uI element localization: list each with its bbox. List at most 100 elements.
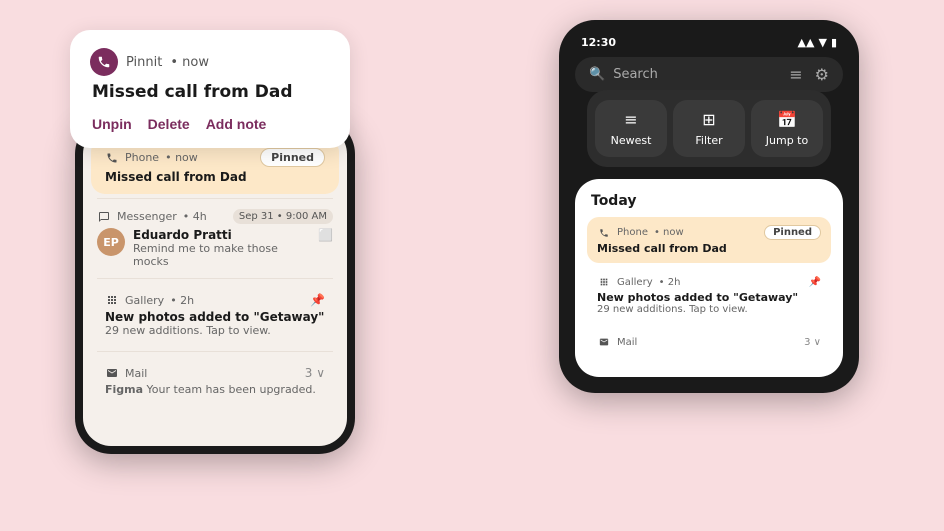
search-icon: 🔍 [589,67,605,82]
action-buttons-row: ≡ Newest ⊞ Filter 📅 Jump to [587,90,831,167]
notif-phone-app: Phone • now [105,151,198,165]
note-icon: ⬜ [318,228,333,242]
right-phone-app-label: Phone [617,227,648,238]
delete-button[interactable]: Delete [148,116,190,132]
popup-actions: Unpin Delete Add note [90,116,330,132]
phone-icon [105,151,119,165]
messenger-icon [97,210,111,224]
right-gallery-icon [597,275,611,289]
left-side: Pinnit • now Missed call from Dad Unpin … [60,30,380,454]
gallery-app-label: Gallery [125,294,164,307]
popup-app-name: Pinnit [126,55,162,70]
popup-title: Missed call from Dad [90,82,330,102]
battery-icon: ▮ [831,36,837,49]
right-notif-mail[interactable]: Mail 3 ∨ [587,327,831,359]
filter-label: Filter [695,134,722,147]
right-phone-inner: 12:30 ▲▲ ▼ ▮ 🔍 Search ≡ ⚙ [559,20,859,393]
search-bar[interactable]: 🔍 Search ≡ ⚙ [575,57,843,92]
gallery-app: Gallery • 2h [105,293,194,307]
settings-icon: ⚙ [815,65,829,84]
messenger-app-label: Messenger [117,210,177,223]
mail-sub: Figma Your team has been upgraded. [105,383,325,396]
messenger-time: • 4h [183,210,207,223]
gallery-icon [105,293,119,307]
search-right: ≡ ⚙ [789,65,829,84]
jumpto-icon: 📅 [777,110,797,129]
newest-button[interactable]: ≡ Newest [595,100,667,157]
divider-3 [97,351,333,352]
right-notif-panel: Today Phone • now Pinned [575,179,843,377]
notif-mail[interactable]: Mail 3 ∨ Figma Your team has been upgrad… [91,356,339,406]
pinned-badge: Pinned [260,148,325,167]
right-mail-icon [597,335,611,349]
right-phone-time: • now [654,227,684,238]
notif-gallery[interactable]: Gallery • 2h 📌 New photos added to "Geta… [91,283,339,347]
right-gallery-sub: 29 new additions. Tap to view. [597,304,821,315]
left-phone-inner: Phone • now Pinned Missed call from Dad [83,126,347,446]
wifi-icon: ▼ [818,36,826,49]
clock: 12:30 [581,36,616,49]
left-phone: Phone • now Pinned Missed call from Dad [75,118,355,454]
mail-count: 3 ∨ [305,366,325,380]
messenger-header: Messenger • 4h Sep 31 • 9:00 AM [97,209,333,224]
gallery-time: • 2h [170,294,194,307]
status-bar: 12:30 ▲▲ ▼ ▮ [567,30,851,53]
right-mail-app-label: Mail [617,337,637,348]
right-phone-notif-text: Missed call from Dad [597,242,821,255]
gallery-title: New photos added to "Getaway" [105,310,325,324]
newest-icon: ≡ [624,110,637,129]
filter-button[interactable]: ⊞ Filter [673,100,745,157]
popup-card: Pinnit • now Missed call from Dad Unpin … [70,30,350,148]
mail-app-label: Mail [125,367,147,380]
messenger-content: Eduardo Pratti Remind me to make those m… [133,228,310,268]
newest-label: Newest [611,134,652,147]
right-gallery-app: Gallery • 2h [597,275,680,289]
gallery-sub: 29 new additions. Tap to view. [105,324,325,337]
right-mail-app: Mail [597,335,637,349]
mail-app: Mail [105,366,147,380]
messenger-text: Remind me to make those mocks [133,242,310,268]
right-side: 12:30 ▲▲ ▼ ▮ 🔍 Search ≡ ⚙ [524,20,894,393]
avatar: EP [97,228,125,256]
right-notif-phone[interactable]: Phone • now Pinned Missed call from Dad [587,217,831,263]
right-gallery-header: Gallery • 2h 📌 [597,275,821,289]
today-label: Today [587,193,831,209]
popup-header: Pinnit • now [90,48,330,76]
right-notif-phone-header: Phone • now Pinned [597,225,821,240]
search-left: 🔍 Search [589,67,658,82]
notif-messenger[interactable]: Messenger • 4h Sep 31 • 9:00 AM EP Eduar… [83,199,347,278]
right-mail-count: 3 ∨ [804,337,821,348]
phone-time: • now [165,151,198,164]
right-notif-gallery[interactable]: Gallery • 2h 📌 New photos added to "Geta… [587,267,831,323]
mail-icon [105,366,119,380]
messenger-sender: Eduardo Pratti [133,228,310,242]
right-gallery-title: New photos added to "Getaway" [597,291,821,304]
right-mail-header: Mail 3 ∨ [597,335,821,349]
popup-phone-icon [90,48,118,76]
jumpto-label: Jump to [766,134,808,147]
pin-icon: 📌 [310,293,325,307]
right-phone-app: Phone • now [597,226,684,240]
right-pin-icon: 📌 [809,277,821,288]
phone-app-label: Phone [125,151,159,164]
jumpto-button[interactable]: 📅 Jump to [751,100,823,157]
scene: Pinnit • now Missed call from Dad Unpin … [0,0,944,531]
notification-list: Phone • now Pinned Missed call from Dad [83,126,347,418]
popup-time: • now [170,55,209,70]
right-phone: 12:30 ▲▲ ▼ ▮ 🔍 Search ≡ ⚙ [559,20,859,393]
right-pinned-badge: Pinned [764,225,821,240]
filter-btn-icon: ⊞ [702,110,715,129]
messenger-date-badge: Sep 31 • 9:00 AM [233,209,333,224]
divider-2 [97,278,333,279]
messenger-app: Messenger • 4h [97,210,207,224]
filter-icon: ≡ [789,65,802,84]
right-phone-icon [597,226,611,240]
search-placeholder: Search [613,67,658,82]
phone-notif-text: Missed call from Dad [105,170,325,184]
status-icons: ▲▲ ▼ ▮ [798,36,837,49]
signal-icon: ▲▲ [798,36,815,49]
unpin-button[interactable]: Unpin [92,116,132,132]
add-note-button[interactable]: Add note [206,116,267,132]
right-gallery-app-label: Gallery [617,277,653,288]
right-gallery-time: • 2h [659,277,681,288]
